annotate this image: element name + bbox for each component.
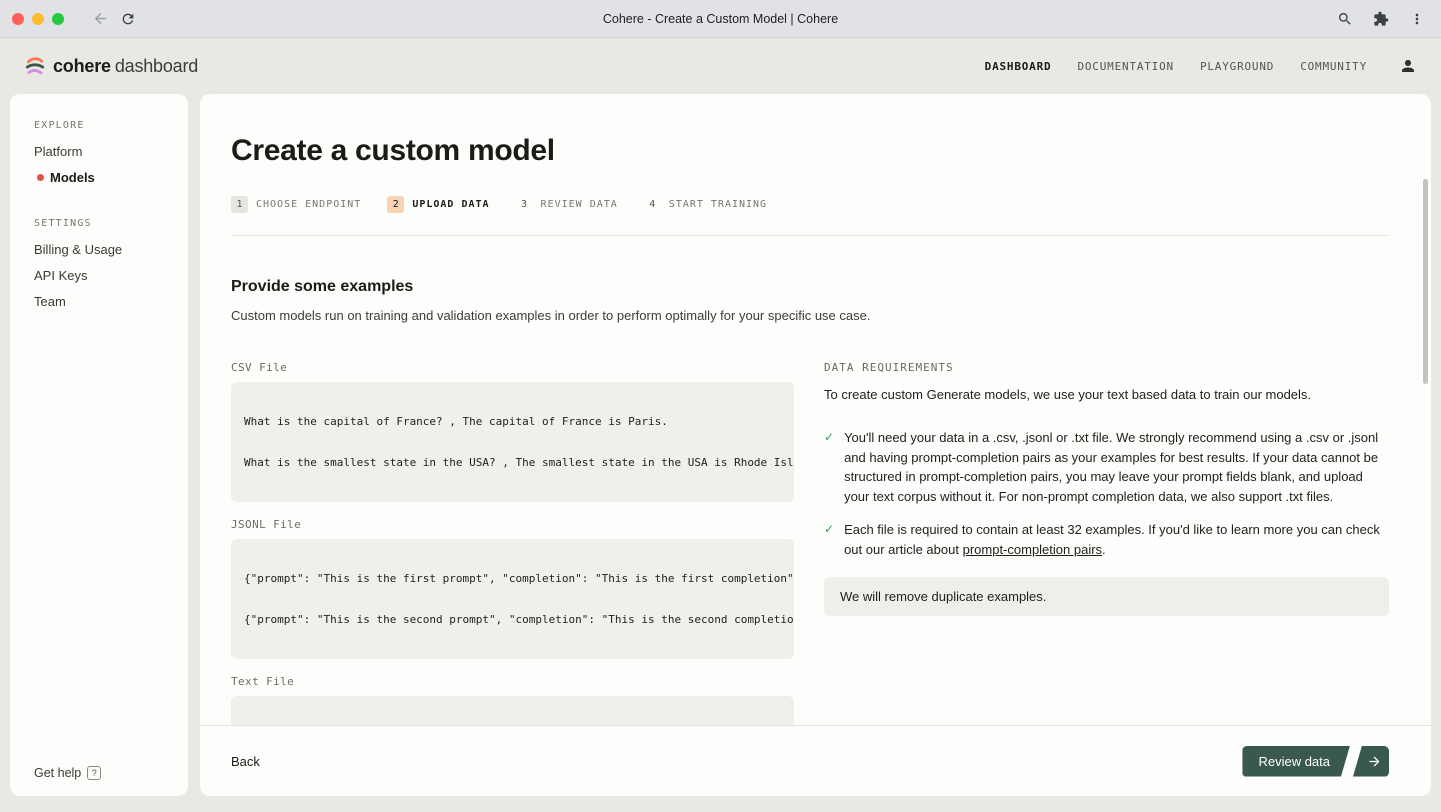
- data-requirements-heading: DATA REQUIREMENTS: [824, 361, 1389, 374]
- top-navigation: DASHBOARD DOCUMENTATION PLAYGROUND COMMU…: [985, 57, 1417, 75]
- back-button[interactable]: Back: [231, 754, 260, 769]
- page-title: Create a custom model: [231, 134, 1389, 168]
- review-data-arrow-button[interactable]: [1353, 746, 1389, 777]
- window-controls: [12, 13, 64, 25]
- browser-menu-button[interactable]: [1403, 5, 1431, 33]
- duplicate-note: We will remove duplicate examples.: [824, 577, 1389, 616]
- minimize-window-button[interactable]: [32, 13, 44, 25]
- requirement-text: You'll need your data in a .csv, .jsonl …: [844, 428, 1389, 506]
- browser-chrome: Cohere - Create a Custom Model | Cohere: [0, 0, 1441, 38]
- main-scrollbar[interactable]: [1423, 179, 1428, 384]
- step-review-data[interactable]: 3 REVIEW DATA: [516, 196, 618, 213]
- cohere-logo[interactable]: coheredashboard: [24, 55, 198, 77]
- sidebar-item-api-keys[interactable]: API Keys: [34, 268, 188, 283]
- section-description: Custom models run on training and valida…: [231, 308, 1389, 323]
- requirement-text: Each file is required to contain at leas…: [844, 520, 1389, 559]
- sidebar: EXPLORE Platform Models SETTINGS Billing…: [10, 94, 188, 796]
- review-data-button[interactable]: Review data: [1242, 746, 1350, 777]
- sidebar-item-platform[interactable]: Platform: [34, 144, 188, 159]
- main-panel: Create a custom model 1 CHOOSE ENDPOINT …: [200, 94, 1431, 796]
- nav-playground[interactable]: PLAYGROUND: [1200, 60, 1274, 73]
- requirements-intro: To create custom Generate models, we use…: [824, 387, 1389, 402]
- sidebar-section-settings: SETTINGS: [34, 218, 188, 229]
- divider: [231, 235, 1389, 236]
- csv-file-label: CSV File: [231, 361, 794, 374]
- step-choose-endpoint[interactable]: 1 CHOOSE ENDPOINT: [231, 196, 361, 213]
- nav-dashboard[interactable]: DASHBOARD: [985, 60, 1052, 73]
- arrow-right-icon: [1367, 754, 1382, 769]
- reload-icon: [120, 11, 136, 27]
- logo-text: coheredashboard: [53, 56, 198, 77]
- stepper: 1 CHOOSE ENDPOINT 2 UPLOAD DATA 3 REVIEW…: [231, 196, 1389, 213]
- browser-back-button[interactable]: [86, 5, 114, 33]
- app-header: coheredashboard DASHBOARD DOCUMENTATION …: [0, 38, 1441, 94]
- step-upload-data[interactable]: 2 UPLOAD DATA: [387, 196, 489, 213]
- kebab-menu-icon: [1409, 11, 1425, 27]
- check-icon: ✓: [824, 520, 834, 559]
- requirement-item: ✓ Each file is required to contain at le…: [824, 520, 1389, 559]
- cohere-logo-icon: [24, 55, 46, 77]
- browser-extensions-button[interactable]: [1367, 5, 1395, 33]
- check-icon: ✓: [824, 428, 834, 506]
- prompt-completion-pairs-link[interactable]: prompt-completion pairs: [963, 542, 1102, 557]
- step-start-training[interactable]: 4 START TRAINING: [644, 196, 767, 213]
- section-heading: Provide some examples: [231, 278, 1389, 296]
- requirement-item: ✓ You'll need your data in a .csv, .json…: [824, 428, 1389, 506]
- back-arrow-icon: [92, 10, 109, 27]
- nav-documentation[interactable]: DOCUMENTATION: [1077, 60, 1174, 73]
- requirements-column: DATA REQUIREMENTS To create custom Gener…: [824, 361, 1389, 725]
- examples-column: CSV File What is the capital of France? …: [231, 361, 794, 725]
- nav-community[interactable]: COMMUNITY: [1300, 60, 1367, 73]
- close-window-button[interactable]: [12, 13, 24, 25]
- wizard-footer: Back Review data: [200, 725, 1431, 796]
- active-item-dot: [37, 174, 44, 181]
- text-file-label: Text File: [231, 675, 794, 688]
- browser-tab-title: Cohere - Create a Custom Model | Cohere: [0, 12, 1441, 26]
- person-icon: [1399, 57, 1417, 75]
- help-icon: ?: [87, 766, 101, 780]
- sidebar-section-explore: EXPLORE: [34, 120, 188, 131]
- sidebar-item-team[interactable]: Team: [34, 294, 188, 309]
- puzzle-icon: [1373, 11, 1389, 27]
- sidebar-item-models[interactable]: Models: [34, 170, 188, 185]
- csv-example-box: What is the capital of France? , The cap…: [231, 382, 794, 502]
- sidebar-item-billing[interactable]: Billing & Usage: [34, 242, 188, 257]
- zoom-window-button[interactable]: [52, 13, 64, 25]
- account-button[interactable]: [1399, 57, 1417, 75]
- browser-reload-button[interactable]: [114, 5, 142, 33]
- get-help-link[interactable]: Get help ?: [34, 766, 188, 780]
- search-icon: [1337, 11, 1353, 27]
- jsonl-file-label: JSONL File: [231, 518, 794, 531]
- browser-search-button[interactable]: [1331, 5, 1359, 33]
- jsonl-example-box: {"prompt": "This is the first prompt", "…: [231, 539, 794, 659]
- text-example-box: Invoice: PURCHASE #0521 MERCHANT SALOMON…: [231, 696, 794, 725]
